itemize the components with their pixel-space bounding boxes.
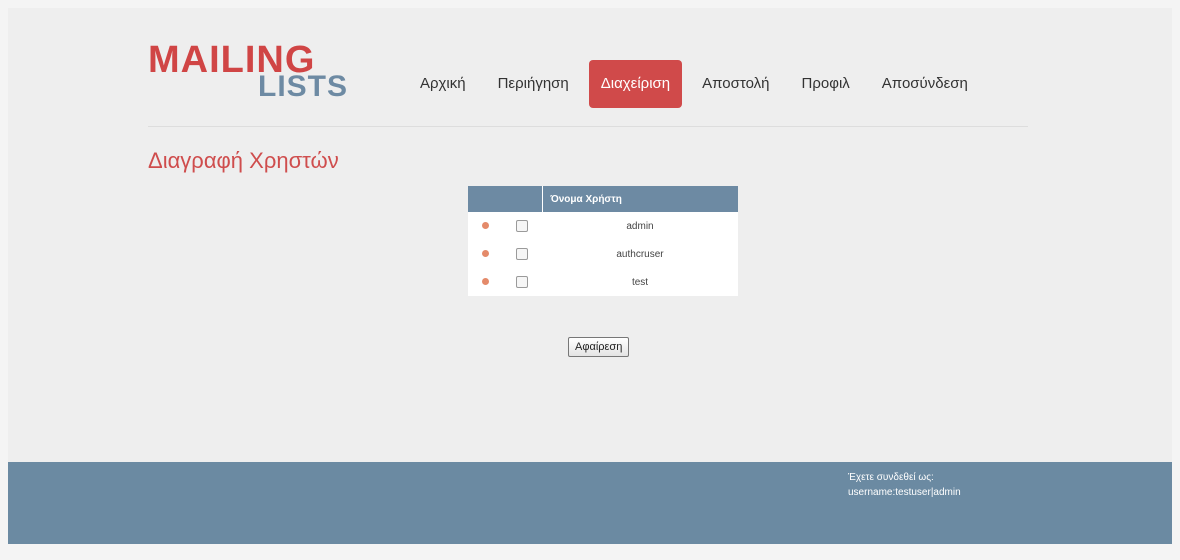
users-table: Όνομα Χρήστη admin authcruser test <box>468 186 738 296</box>
nav-item-home[interactable]: Αρχική <box>408 60 478 108</box>
logo[interactable]: MAILING LISTS <box>148 40 368 106</box>
username-cell: authcruser <box>616 248 664 260</box>
footer <box>8 462 1172 544</box>
nav-item-logout[interactable]: Αποσύνδεση <box>870 60 980 108</box>
page: MAILING LISTS Αρχική Περιήγηση Διαχείρισ… <box>0 0 1180 560</box>
table-header-bullet <box>468 186 502 212</box>
main-nav: Αρχική Περιήγηση Διαχείριση Αποστολή Προ… <box>408 60 988 108</box>
table-header-username: Όνομα Χρήστη <box>541 186 738 212</box>
delete-users-button[interactable]: Αφαίρεση <box>568 337 630 357</box>
nav-item-management[interactable]: Διαχείριση <box>588 60 683 108</box>
nav-item-send[interactable]: Αποστολή <box>690 60 781 108</box>
username-cell: admin <box>626 220 654 232</box>
logo-text-lists: LISTS <box>258 70 349 103</box>
page-title: Διαγραφή Χρηστών <box>148 148 339 173</box>
footer-login-info: Έχετε συνδεθεί ως: username:testuser|adm… <box>848 470 961 500</box>
logged-in-label: Έχετε συνδεθεί ως: <box>848 472 934 483</box>
select-user-checkbox[interactable] <box>516 220 528 232</box>
nav-item-profile[interactable]: Προφιλ <box>790 60 862 108</box>
nav-item-browse[interactable]: Περιήγηση <box>486 60 581 108</box>
table-header-row: Όνομα Χρήστη <box>468 186 738 212</box>
table-row: admin <box>468 212 738 240</box>
bullet-icon <box>481 277 489 285</box>
table-row: test <box>468 268 738 296</box>
username-cell: test <box>631 276 649 288</box>
header-divider <box>148 126 1028 127</box>
select-user-checkbox[interactable] <box>516 276 528 288</box>
bullet-icon <box>481 221 489 229</box>
table-row: authcruser <box>468 240 738 268</box>
bullet-icon <box>481 249 489 257</box>
table-header-select <box>502 186 542 212</box>
select-user-checkbox[interactable] <box>516 248 528 260</box>
logged-in-username: username:testuser|admin <box>848 487 961 498</box>
